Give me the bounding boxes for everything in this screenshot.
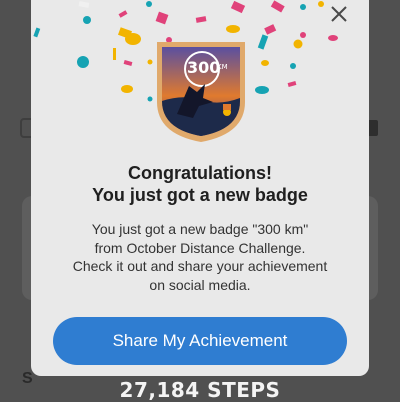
badge-unit: KM [217, 63, 228, 71]
modal-title: Congratulations! You just got a new badg… [31, 162, 369, 206]
close-icon[interactable] [327, 2, 351, 26]
modal-message-line: You just got a new badge "300 km" [91, 221, 309, 237]
modal-title-line: Congratulations! [128, 163, 272, 183]
share-achievement-button[interactable]: Share My Achievement [53, 317, 347, 365]
badge-distance: 300 [187, 58, 220, 77]
modal-message: You just got a new badge "300 km" from O… [51, 220, 349, 294]
modal-message-line: Check it out and share your achievement [72, 258, 328, 274]
modal-title-line: You just got a new badge [92, 185, 308, 205]
badge-icon: 300 KM [157, 42, 245, 142]
modal-message-line: from October Distance Challenge. [94, 239, 306, 256]
steps-counter: 27,184 STEPS [119, 378, 281, 402]
badge-modal: 300 KM Congratulations! You just got a n… [31, 0, 369, 376]
modal-message-line: on social media. [149, 276, 251, 293]
